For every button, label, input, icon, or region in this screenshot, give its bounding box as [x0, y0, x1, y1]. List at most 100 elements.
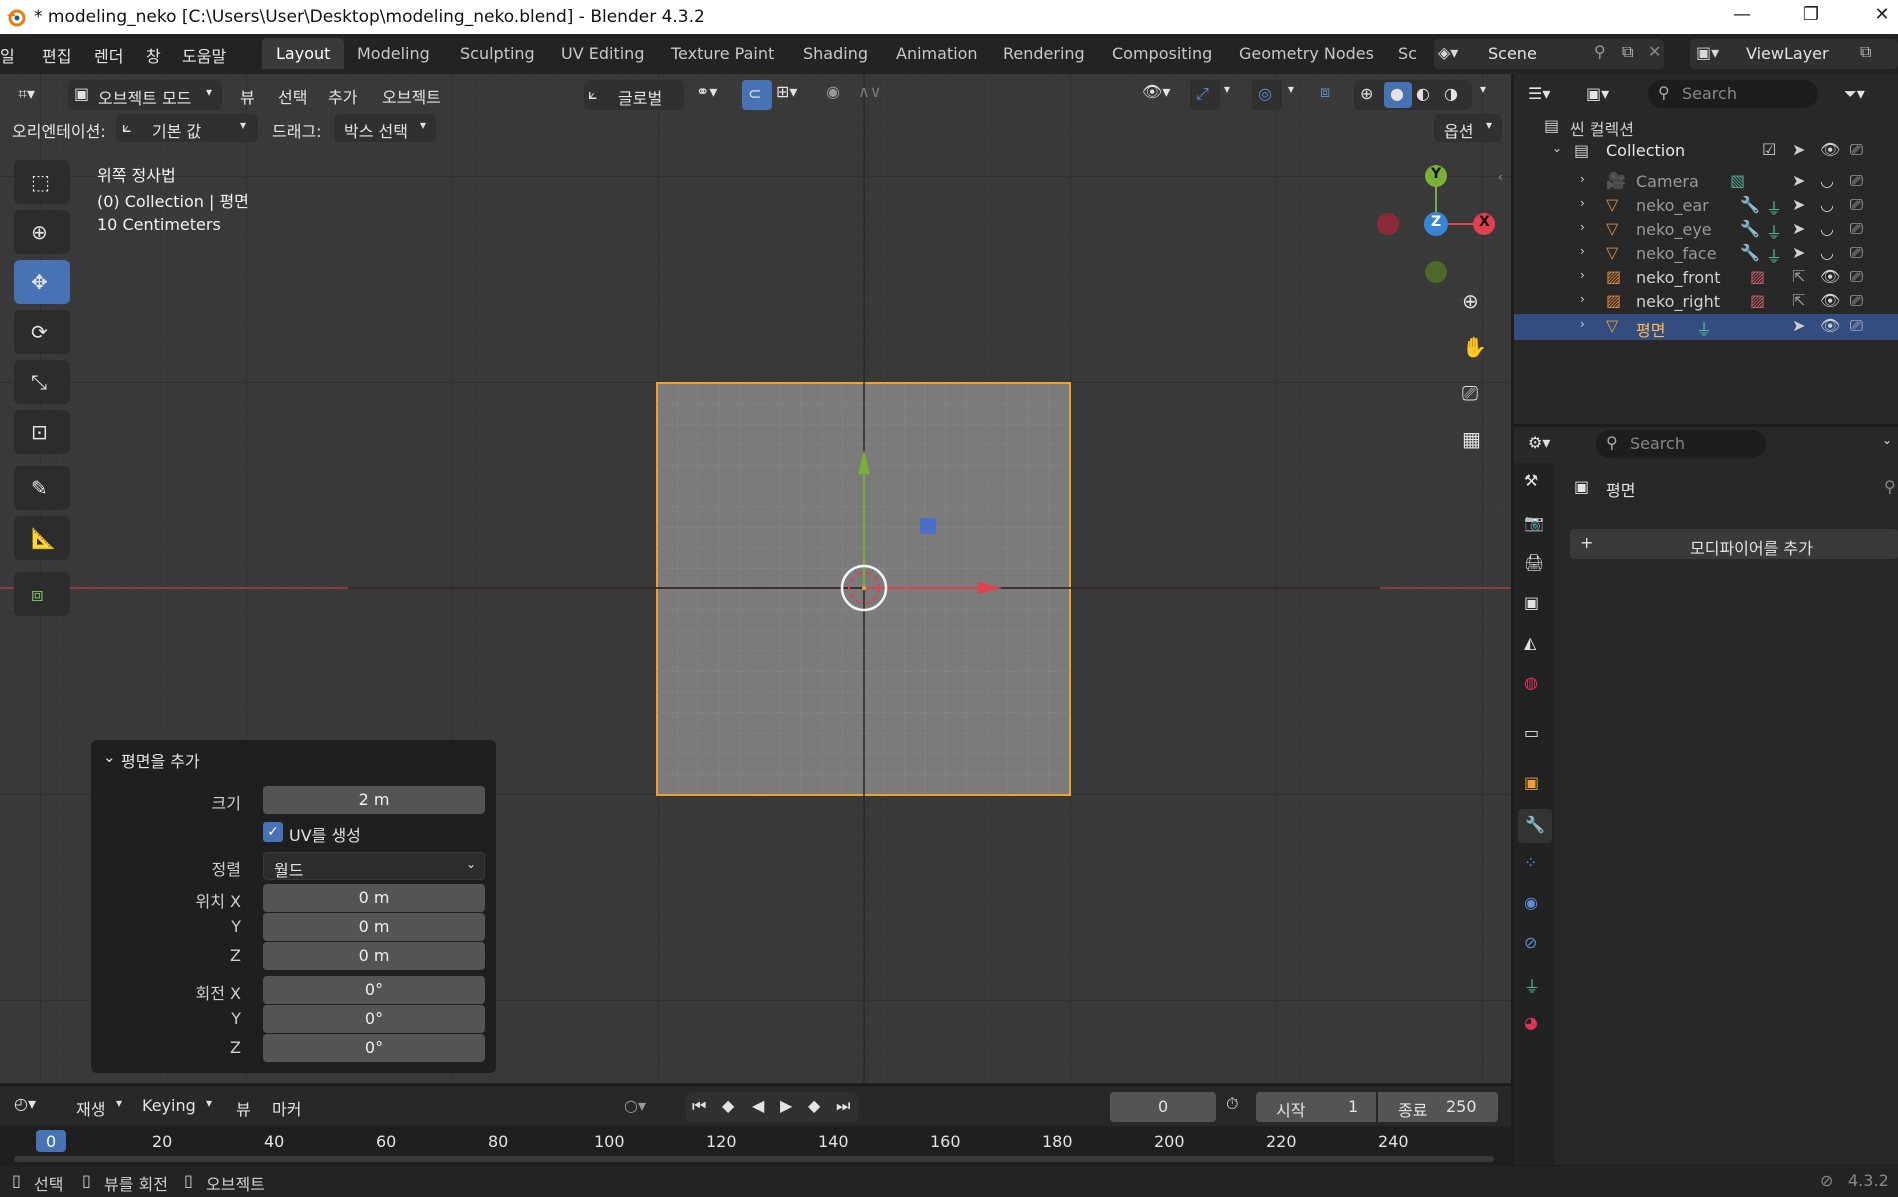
auto-keying-record-icon[interactable]: ○▾: [624, 1096, 646, 1115]
chevron-down-icon[interactable]: ⌄: [1882, 433, 1892, 447]
selectable-icon[interactable]: ➤: [1792, 219, 1805, 238]
scale-tool[interactable]: ⤡: [14, 360, 70, 404]
proportional-edit-icon[interactable]: ◉: [826, 82, 840, 101]
tab-texture-paint[interactable]: Texture Paint: [671, 44, 774, 63]
rotation-x-field[interactable]: 0°: [263, 976, 485, 1004]
eye-icon[interactable]: 👁: [1820, 316, 1840, 335]
chevron-down-icon[interactable]: ⌄: [103, 748, 116, 766]
render-tab-icon[interactable]: 📷: [1524, 513, 1544, 532]
move-xy-plane-handle[interactable]: [920, 518, 936, 534]
view-layer-tab-icon[interactable]: ▣: [1524, 593, 1539, 612]
camera-render-icon[interactable]: ⎚: [1850, 291, 1863, 311]
material-shading-icon[interactable]: ◐: [1416, 84, 1430, 103]
output-tab-icon[interactable]: 🖨: [1524, 553, 1544, 572]
menu-playback[interactable]: 재생: [76, 1096, 105, 1120]
close-button[interactable]: ✕: [1862, 4, 1898, 30]
camera-render-icon[interactable]: ⎚: [1850, 140, 1863, 160]
orientation-default-dropdown[interactable]: ⟀ 기본 값 ▾: [116, 114, 258, 142]
outliner-row-neko-ear[interactable]: › ▽ neko_ear 🔧 ⏚ ➤ ◡ ⎚: [1514, 194, 1898, 218]
hidden-eye-icon[interactable]: ◡: [1820, 171, 1834, 190]
pin-icon[interactable]: ⚲: [1884, 477, 1896, 496]
menu-view-timeline[interactable]: 뷰: [236, 1096, 251, 1120]
particles-tab-icon[interactable]: ⁘: [1524, 853, 1537, 872]
chevron-right-icon[interactable]: ›: [1580, 292, 1585, 306]
data-tab-icon[interactable]: ⏚: [1524, 973, 1540, 997]
maximize-button[interactable]: ❐: [1791, 4, 1831, 30]
outliner-row-neko-right[interactable]: › ▨ neko_right ▨ ⇱ 👁 ⎚: [1514, 290, 1898, 314]
outliner-row-neko-front[interactable]: › ▨ neko_front ▨ ⇱ 👁 ⎚: [1514, 266, 1898, 290]
object-tab-icon[interactable]: ▣: [1524, 773, 1539, 792]
tab-geometry-nodes[interactable]: Geometry Nodes: [1239, 44, 1374, 63]
rotation-z-field[interactable]: 0°: [263, 1034, 485, 1062]
prev-keyframe-icon[interactable]: ◆: [722, 1096, 734, 1115]
proportional-falloff-icon[interactable]: ∧∨: [858, 82, 881, 101]
menu-marker[interactable]: 마커: [272, 1096, 301, 1120]
properties-editor-type-icon[interactable]: ⚙▾: [1528, 433, 1550, 452]
start-frame-field[interactable]: 시작 1: [1256, 1092, 1376, 1122]
view-layer-selector[interactable]: ▣▾ ViewLayer ⧉: [1690, 39, 1898, 69]
scene-tab-icon[interactable]: ◭: [1524, 633, 1536, 652]
world-tab-icon[interactable]: ◍: [1524, 673, 1538, 692]
selectable-icon[interactable]: ➤: [1792, 316, 1805, 335]
sidebar-toggle-icon[interactable]: ‹: [1498, 170, 1503, 184]
zoom-button[interactable]: ⊕: [1456, 284, 1492, 320]
xray-toggle-icon[interactable]: ⧈: [1320, 82, 1330, 102]
menu-add[interactable]: 추가: [328, 84, 357, 108]
properties-search-input[interactable]: ⚲ Search: [1596, 430, 1766, 458]
timeline-editor-icon[interactable]: ◴▾: [14, 1094, 36, 1113]
new-scene-icon[interactable]: ⧉: [1622, 42, 1633, 62]
tab-shading[interactable]: Shading: [803, 44, 868, 63]
cursor-tool[interactable]: ⊕: [14, 210, 70, 254]
menu-render[interactable]: 렌더: [94, 43, 123, 67]
menu-object[interactable]: 오브젝트: [382, 84, 441, 108]
move-tool[interactable]: ✥: [14, 260, 70, 304]
stopwatch-icon[interactable]: ⏱: [1226, 1094, 1238, 1114]
location-y-field[interactable]: 0 m: [263, 913, 485, 941]
pan-button[interactable]: ✋: [1456, 330, 1492, 366]
snap-target-icon[interactable]: ⊞▾: [776, 82, 797, 101]
scene-selector[interactable]: ◈▾ Scene ⚲ ⧉ ✕: [1434, 39, 1664, 69]
chevron-right-icon[interactable]: ›: [1580, 172, 1585, 186]
next-keyframe-icon[interactable]: ◆: [808, 1096, 820, 1115]
outliner-row-camera[interactable]: › 🎥 Camera ▧ ➤ ◡ ⎚: [1514, 170, 1898, 194]
drag-box-select-dropdown[interactable]: 박스 선택 ▾: [334, 114, 436, 142]
annotate-tool[interactable]: ✎: [14, 466, 70, 510]
display-mode-icon[interactable]: ▣▾: [1586, 84, 1609, 103]
menu-edit[interactable]: 편집: [42, 43, 71, 67]
chevron-down-icon[interactable]: ▾: [1224, 82, 1230, 96]
selectable-icon[interactable]: ➤: [1792, 195, 1805, 214]
filter-icon[interactable]: ⏷▾: [1844, 84, 1865, 104]
menu-window[interactable]: 창: [146, 43, 161, 67]
chevron-right-icon[interactable]: ›: [1580, 220, 1585, 234]
visibility-eye-icon[interactable]: 👁▾: [1142, 82, 1170, 101]
eye-icon[interactable]: 👁: [1820, 267, 1840, 286]
rendered-shading-icon[interactable]: ◑: [1444, 84, 1458, 103]
rotation-y-field[interactable]: 0°: [263, 1005, 485, 1033]
redo-panel-title[interactable]: 평면을 추가: [121, 748, 200, 772]
exclude-checkbox[interactable]: ☑: [1762, 140, 1776, 159]
menu-file[interactable]: 일: [0, 43, 15, 67]
hidden-eye-icon[interactable]: ◡: [1820, 195, 1834, 214]
gizmo-toggle-button[interactable]: ⤢: [1190, 80, 1220, 110]
camera-render-icon[interactable]: ⎚: [1850, 219, 1863, 239]
constraints-tab-icon[interactable]: ⊘: [1524, 933, 1537, 952]
eye-icon[interactable]: 👁: [1820, 140, 1840, 159]
chevron-down-icon[interactable]: ▾: [1480, 82, 1486, 96]
options-dropdown[interactable]: 옵션 ▾: [1434, 114, 1502, 142]
current-frame-field[interactable]: 0: [1110, 1092, 1216, 1122]
physics-tab-icon[interactable]: ◉: [1524, 893, 1538, 912]
timeline-scrollbar[interactable]: [14, 1156, 1494, 1162]
jump-start-icon[interactable]: ⏮: [692, 1096, 706, 1116]
chevron-down-icon[interactable]: ▾: [1288, 82, 1294, 96]
end-frame-field[interactable]: 종료 250: [1378, 1092, 1498, 1122]
tab-scripting[interactable]: Sc: [1398, 44, 1417, 63]
menu-keying[interactable]: Keying: [142, 1096, 196, 1115]
play-reverse-icon[interactable]: ◀: [752, 1096, 764, 1115]
chevron-right-icon[interactable]: ›: [1580, 196, 1585, 210]
unselectable-icon[interactable]: ⇱: [1792, 267, 1805, 286]
mode-dropdown[interactable]: ▣ 오브젝트 모드 ▾: [68, 80, 222, 110]
outliner-row-neko-face[interactable]: › ▽ neko_face 🔧 ⏚ ➤ ◡ ⎚: [1514, 242, 1898, 266]
location-x-field[interactable]: 0 m: [263, 884, 485, 912]
transform-tool[interactable]: ⊡: [14, 410, 70, 454]
camera-render-icon[interactable]: ⎚: [1850, 171, 1863, 191]
